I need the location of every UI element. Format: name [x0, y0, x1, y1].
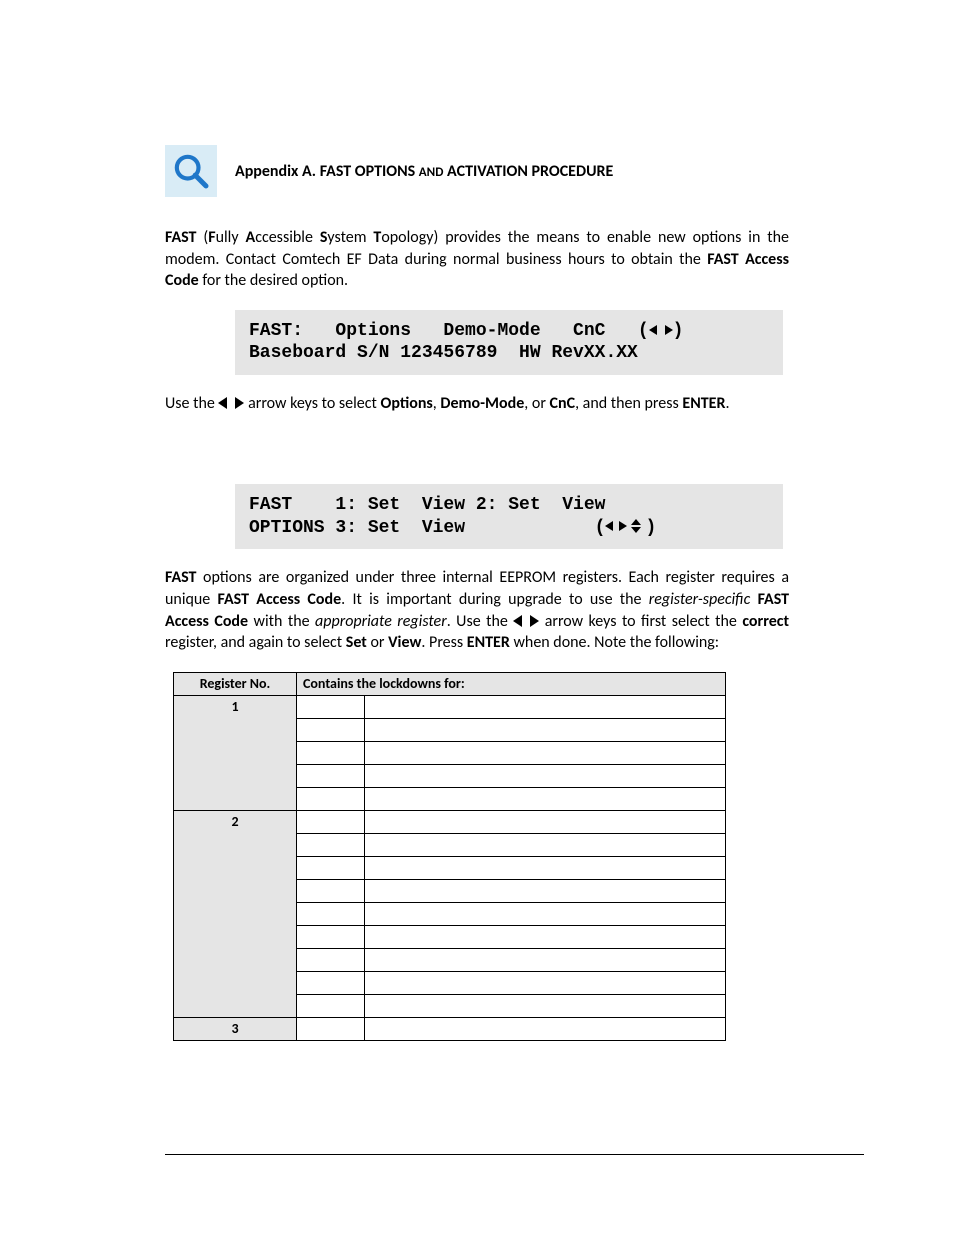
section-header: Appendix A. FAST OPTIONS AND ACTIVATION …	[165, 145, 789, 197]
register-table: Register No. Contains the lockdowns for:…	[173, 672, 726, 1041]
instruction-paragraph-1: Use the arrow keys to select Options, De…	[165, 393, 789, 415]
footer-rule	[165, 1154, 864, 1155]
title-small: AND	[419, 165, 444, 180]
instruction-paragraph-2: FAST options are organized under three i…	[165, 567, 789, 653]
fast-acronym: FAST	[165, 228, 196, 247]
title-suffix: ACTIVATION PROCEDURE	[443, 162, 613, 181]
table-header-contains: Contains the lockdowns for:	[297, 672, 726, 695]
register-2: 2	[174, 810, 297, 1017]
section-title: Appendix A. FAST OPTIONS AND ACTIVATION …	[235, 162, 613, 181]
lcd-display-fast-options: FAST 1: Set View 2: Set View OPTIONS 3: …	[235, 484, 783, 549]
left-right-arrows-icon	[218, 397, 244, 409]
left-right-arrows-icon	[649, 324, 673, 336]
intro-paragraph: FAST (Fully Accessible System Topology) …	[165, 227, 789, 292]
four-way-arrows-icon	[605, 519, 645, 533]
magnifier-icon	[165, 145, 217, 197]
register-3: 3	[174, 1017, 297, 1040]
register-1: 1	[174, 695, 297, 810]
left-right-arrows-icon	[513, 615, 539, 627]
table-header-register: Register No.	[174, 672, 297, 695]
lcd-display-fast-menu: FAST: Options Demo-Mode CnC () Baseboard…	[235, 310, 783, 375]
title-prefix: Appendix A. FAST OPTIONS	[235, 162, 419, 181]
